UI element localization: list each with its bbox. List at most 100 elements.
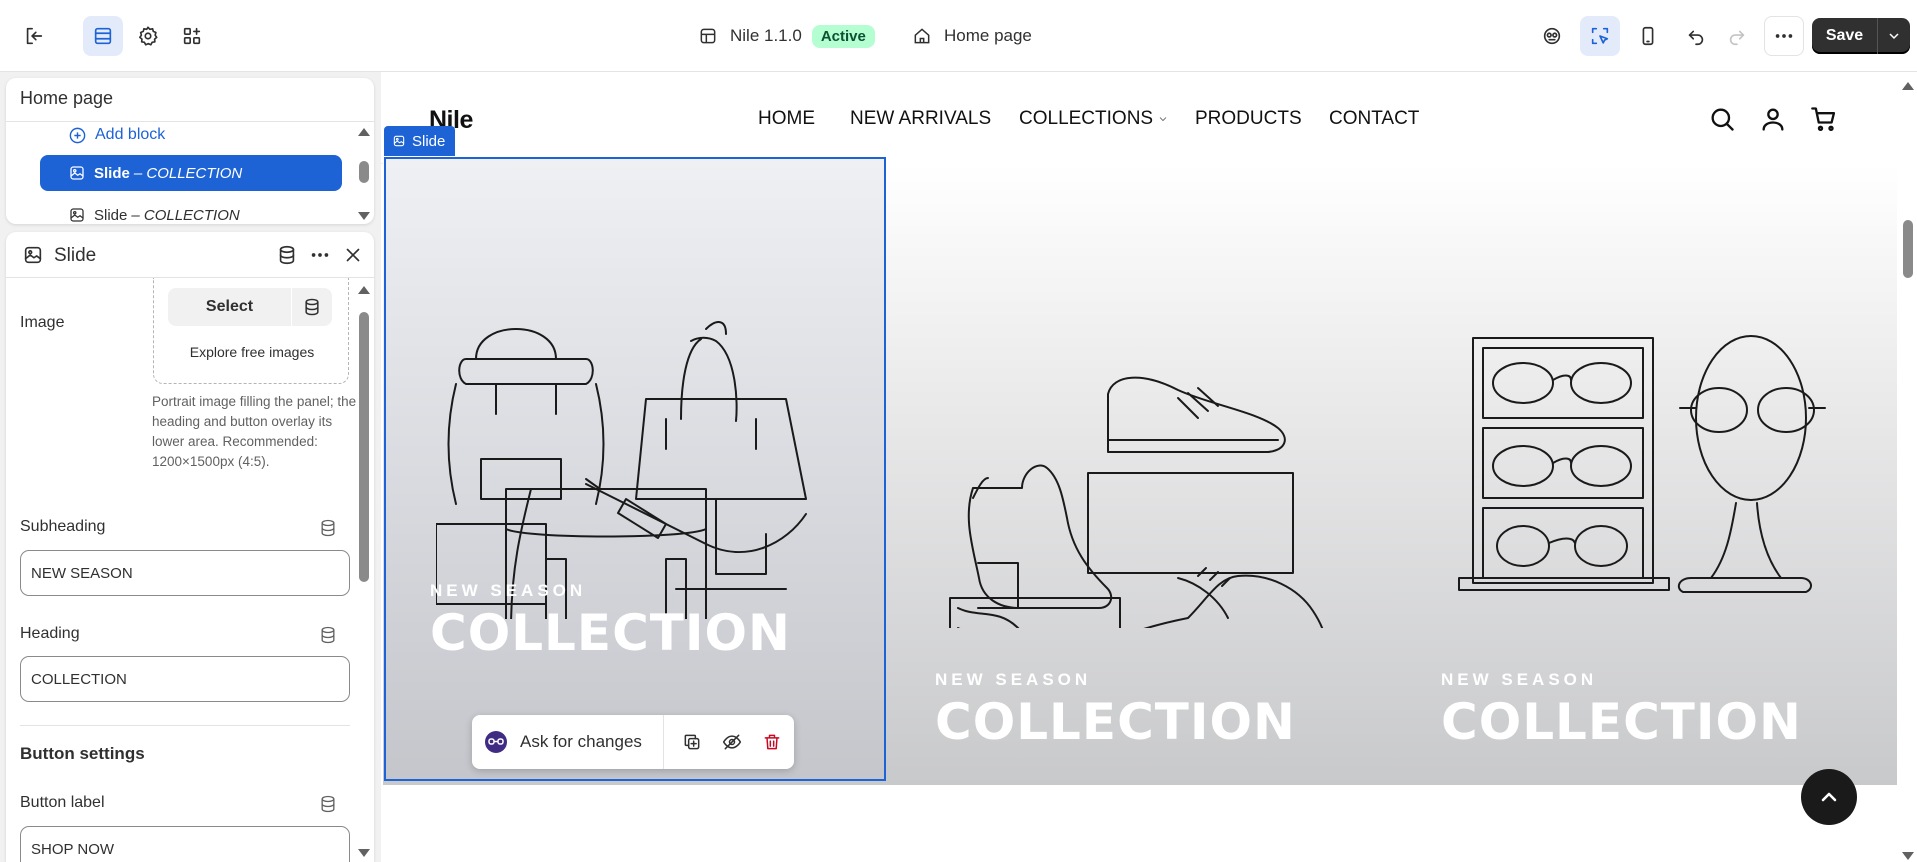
subheading-label: Subheading xyxy=(20,518,106,535)
select-element-button[interactable] xyxy=(1580,16,1620,56)
ask-for-changes-label: Ask for changes xyxy=(520,732,642,751)
save-button[interactable]: Save xyxy=(1812,18,1910,54)
page-selector-label: Home page xyxy=(944,26,1032,45)
dynamic-source-icon[interactable] xyxy=(318,518,338,538)
apps-icon xyxy=(183,27,201,45)
settings-scroll-up[interactable] xyxy=(358,286,370,294)
bags-illustration xyxy=(435,319,836,630)
sections-button[interactable] xyxy=(83,16,123,56)
preview-scrollbar-track[interactable] xyxy=(1899,72,1917,862)
image-block-icon xyxy=(393,135,405,147)
nav-item-contact[interactable]: CONTACT xyxy=(1329,108,1419,130)
dynamic-source-icon[interactable] xyxy=(318,794,338,814)
undo-icon xyxy=(1688,30,1704,46)
chevron-down-icon xyxy=(1159,117,1167,122)
slide-subheading: NEW SEASON xyxy=(1441,670,1598,689)
cart-icon[interactable] xyxy=(1810,105,1838,133)
button-label-input[interactable]: SHOP NOW xyxy=(20,826,350,862)
close-button[interactable] xyxy=(342,244,364,266)
editor-topbar: Nile 1.1.0 Active Home page Save xyxy=(0,0,1917,72)
hide-block-button[interactable] xyxy=(712,715,752,769)
exit-button[interactable] xyxy=(14,16,54,56)
scroll-to-top-button[interactable] xyxy=(1801,769,1857,825)
settings-scroll-down[interactable] xyxy=(358,849,370,857)
more-actions-button[interactable] xyxy=(1764,16,1804,56)
selected-block-tag: Slide xyxy=(384,126,456,156)
slide-heading: COLLECTION xyxy=(935,693,1296,751)
tree-item-detail: – COLLECTION xyxy=(131,206,240,224)
preview-scroll-up[interactable] xyxy=(1902,82,1914,90)
dynamic-source-icon[interactable] xyxy=(276,244,298,266)
explore-free-images-link[interactable]: Explore free images xyxy=(154,344,350,360)
slide-heading: COLLECTION xyxy=(430,604,791,662)
shoes-illustration xyxy=(938,328,1338,719)
page-selector[interactable]: Home page xyxy=(912,20,1032,52)
divider xyxy=(6,121,374,122)
tree-item-detail: – COLLECTION xyxy=(133,164,243,182)
tree-scroll-up[interactable] xyxy=(358,128,370,136)
account-icon[interactable] xyxy=(1759,105,1787,133)
settings-scrollbar[interactable] xyxy=(359,312,369,582)
inspector-button[interactable] xyxy=(1532,16,1572,56)
nav-item-home[interactable]: HOME xyxy=(758,108,815,130)
add-block-label: Add block xyxy=(95,126,166,143)
image-label: Image xyxy=(20,314,65,331)
button-label-label: Button label xyxy=(20,794,105,811)
mobile-view-button[interactable] xyxy=(1628,16,1668,56)
image-block-icon xyxy=(22,244,44,266)
chevron-up-icon xyxy=(1821,792,1837,802)
more-options-button[interactable] xyxy=(309,244,331,266)
sidekick-icon xyxy=(485,731,507,753)
add-block-button[interactable]: Add block xyxy=(68,122,165,148)
duplicate-block-button[interactable] xyxy=(672,715,712,769)
redo-button[interactable] xyxy=(1717,16,1757,56)
search-icon[interactable] xyxy=(1708,105,1736,133)
tree-item-slide[interactable]: Slide – COLLECTION xyxy=(40,197,342,224)
tree-scroll-down[interactable] xyxy=(358,212,370,220)
tree-scrollbar[interactable] xyxy=(359,161,369,183)
trash-icon xyxy=(764,734,780,750)
redo-icon xyxy=(1729,30,1745,46)
duplicate-icon xyxy=(684,734,700,750)
image-help-text: Portrait image filling the panel; the he… xyxy=(152,394,357,469)
save-options-button[interactable] xyxy=(1878,28,1910,44)
tree-item-label: Slide xyxy=(94,206,128,224)
theme-info[interactable]: Nile 1.1.0 Active xyxy=(698,20,875,52)
connect-source-button[interactable] xyxy=(292,288,332,326)
apps-button[interactable] xyxy=(172,16,212,56)
more-icon xyxy=(1775,34,1793,38)
image-picker: Select Explore free images xyxy=(153,278,349,384)
preview-scroll-down[interactable] xyxy=(1902,852,1914,860)
select-image-button[interactable]: Select xyxy=(168,288,291,326)
tree-item-label: Slide xyxy=(94,164,130,182)
slide-heading: COLLECTION xyxy=(1441,693,1802,751)
undo-button[interactable] xyxy=(1676,16,1716,56)
preview-scrollbar[interactable] xyxy=(1903,220,1913,278)
delete-block-button[interactable] xyxy=(752,715,792,769)
heading-label: Heading xyxy=(20,625,80,642)
selected-slide[interactable]: NEW SEASON COLLECTION xyxy=(384,157,886,781)
tree-title: Home page xyxy=(20,88,114,108)
nav-item-products[interactable]: PRODUCTS xyxy=(1195,108,1302,130)
heading-input[interactable]: COLLECTION xyxy=(20,656,350,702)
subheading-input[interactable]: NEW SEASON xyxy=(20,550,350,596)
select-element-icon xyxy=(1591,27,1609,45)
dynamic-source-icon[interactable] xyxy=(318,625,338,645)
selected-block-label: Slide xyxy=(412,132,446,150)
plus-circle-icon xyxy=(69,127,86,143)
tree-item-slide-selected[interactable]: Slide – COLLECTION xyxy=(40,155,342,191)
settings-header: Slide xyxy=(6,232,374,278)
close-icon xyxy=(346,248,360,262)
status-badge: Active xyxy=(811,24,875,48)
dynamic-source-icon xyxy=(305,298,319,316)
ask-for-changes-button[interactable]: Ask for changes xyxy=(472,715,664,769)
preview-inspector-icon xyxy=(1543,27,1561,45)
chevron-down-icon xyxy=(1889,33,1899,40)
theme-settings-button[interactable] xyxy=(128,16,168,56)
nav-item-label: COLLECTIONS xyxy=(1019,108,1154,129)
nav-item-collections[interactable]: COLLECTIONS xyxy=(1019,108,1169,130)
eye-off-icon xyxy=(722,734,742,750)
nav-item-new-arrivals[interactable]: NEW ARRIVALS xyxy=(850,108,991,130)
mobile-view-icon xyxy=(1642,26,1654,46)
storefront-preview: Nile HOME NEW ARRIVALS COLLECTIONS PRODU… xyxy=(381,72,1917,862)
